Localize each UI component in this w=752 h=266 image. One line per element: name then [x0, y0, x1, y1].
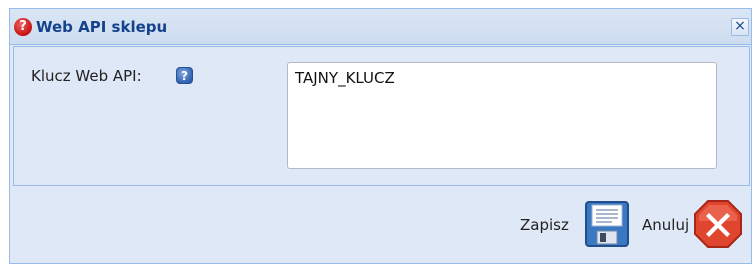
dialog-footer: Zapisz Anuluj — [10, 189, 751, 263]
floppy-disk-icon[interactable] — [585, 201, 629, 247]
close-icon[interactable]: × — [731, 18, 749, 36]
web-api-dialog: ? Web API sklepu × Klucz Web API: ? TAJN… — [9, 8, 752, 264]
help-icon[interactable]: ? — [176, 67, 193, 84]
question-icon: ? — [14, 18, 32, 36]
api-key-field[interactable]: TAJNY_KLUCZ — [287, 62, 717, 169]
form-panel: Klucz Web API: ? TAJNY_KLUCZ — [13, 46, 750, 186]
dialog-title: Web API sklepu — [36, 18, 168, 36]
red-x-icon[interactable] — [693, 199, 743, 249]
save-button-label[interactable]: Zapisz — [520, 216, 569, 234]
api-key-label: Klucz Web API: — [31, 67, 142, 85]
dialog-titlebar[interactable]: ? Web API sklepu × — [10, 9, 751, 45]
cancel-button-label[interactable]: Anuluj — [642, 216, 689, 234]
